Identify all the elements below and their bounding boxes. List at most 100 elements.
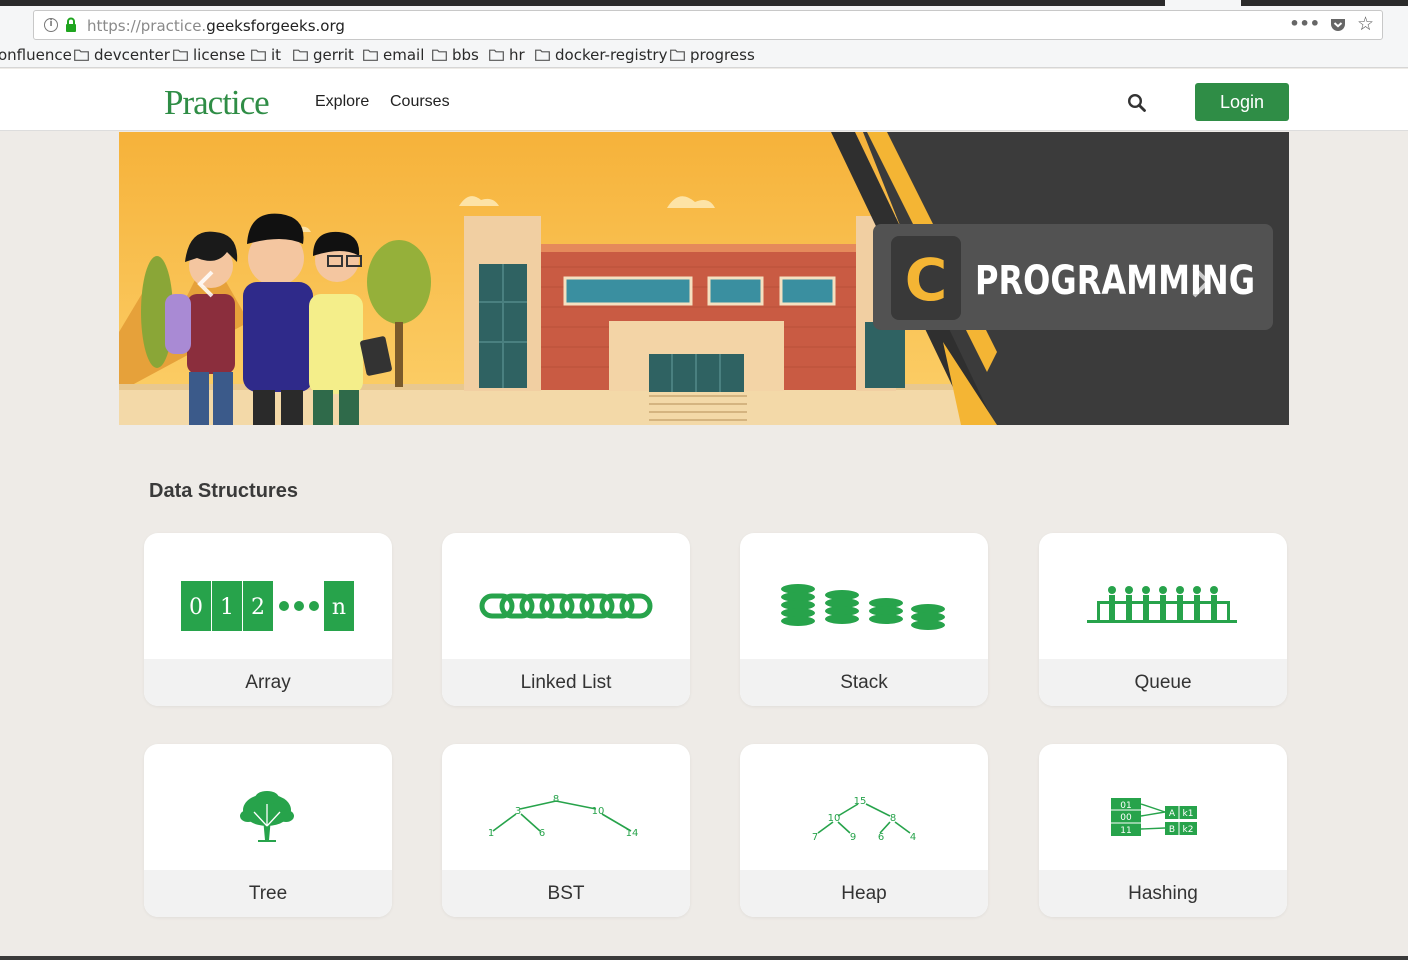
card-linked-list[interactable]: Linked List: [442, 533, 690, 706]
folder-icon: [293, 49, 308, 61]
card-label: Linked List: [442, 659, 690, 706]
bookmark-label: it: [271, 46, 282, 64]
folder-icon: [173, 49, 188, 61]
bookmark-label: docker-registry: [555, 46, 668, 64]
card-label: Tree: [144, 870, 392, 917]
hash-value: A: [1169, 809, 1176, 819]
card-label: BST: [442, 870, 690, 917]
bookmark-progress[interactable]: progress: [670, 46, 755, 64]
bookmark-devcenter[interactable]: devcenter: [74, 46, 170, 64]
hashing-icon: 01 00 11 A k1 B k2: [1111, 798, 1197, 836]
card-label: Array: [144, 659, 392, 706]
bookmark-confluence[interactable]: onfluence: [0, 46, 72, 64]
tree-icon: [240, 791, 294, 842]
stack-icon: [781, 584, 945, 630]
hash-key: 01: [1120, 801, 1131, 811]
bookmark-email[interactable]: email: [363, 46, 424, 64]
bookmark-it[interactable]: it: [251, 46, 281, 64]
hash-value: B: [1169, 825, 1175, 835]
info-icon[interactable]: i: [44, 18, 58, 32]
bottom-taskbar-edge: [0, 956, 1408, 960]
url-domain: geeksforgeeks.org: [206, 17, 345, 35]
queue-icon: [1087, 586, 1237, 623]
bst-node: 10: [592, 806, 605, 817]
banner-illustration: C PROGRAMMING: [119, 132, 1289, 425]
heap-node: 10: [828, 813, 841, 824]
bookmark-star-icon[interactable]: ☆: [1357, 13, 1374, 35]
folder-icon: [670, 49, 685, 61]
folder-icon: [363, 49, 378, 61]
hash-key: 11: [1120, 826, 1131, 836]
folder-icon: [535, 49, 550, 61]
hero-banner[interactable]: C PROGRAMMING: [119, 132, 1289, 425]
url-protocol: https://practice.: [87, 17, 207, 35]
heap-node: 6: [878, 832, 884, 843]
card-label: Hashing: [1039, 870, 1287, 917]
card-queue[interactable]: Queue: [1039, 533, 1287, 706]
bst-node: 8: [553, 794, 559, 805]
card-array[interactable]: 0 1 2 n Array: [144, 533, 392, 706]
banner-badge-letter: C: [905, 246, 948, 314]
banner-badge-text: PROGRAMMING: [975, 258, 1255, 304]
site-header: Practice Explore Courses Login: [0, 69, 1408, 131]
more-actions-icon[interactable]: •••: [1289, 14, 1320, 33]
lock-icon: [66, 17, 76, 32]
hash-value: k1: [1183, 809, 1194, 819]
card-hashing[interactable]: 01 00 11 A k1 B k2 Hashing: [1039, 744, 1287, 917]
card-label: Heap: [740, 870, 988, 917]
bst-node: 14: [626, 828, 639, 839]
bst-node: 1: [488, 828, 494, 839]
bookmark-label: progress: [690, 46, 755, 64]
array-glyph: 1: [220, 595, 234, 620]
bookmark-gerrit[interactable]: gerrit: [293, 46, 354, 64]
heap-icon: 15 10 8 7 9 6 4: [812, 796, 916, 843]
hash-value: k2: [1183, 825, 1194, 835]
linked-list-icon: [479, 593, 653, 619]
bookmark-label: onfluence: [0, 46, 72, 64]
bookmark-label: devcenter: [94, 46, 170, 64]
bookmark-label: gerrit: [313, 46, 354, 64]
heap-node: 9: [850, 832, 856, 843]
array-glyph: 2: [251, 595, 265, 620]
heap-node: 8: [890, 813, 896, 824]
bookmark-label: bbs: [452, 46, 479, 64]
array-icon: 0 1 2 n: [181, 581, 354, 631]
url-text[interactable]: https://practice.geeksforgeeks.org: [87, 17, 345, 35]
section-title: Data Structures: [149, 480, 298, 502]
card-stack[interactable]: Stack: [740, 533, 988, 706]
heap-node: 4: [910, 832, 916, 843]
card-heap[interactable]: 15 10 8 7 9 6 4 Heap: [740, 744, 988, 917]
nav-courses[interactable]: Courses: [390, 93, 450, 111]
bookmark-license[interactable]: license: [173, 46, 245, 64]
login-button[interactable]: Login: [1195, 83, 1289, 121]
folder-icon: [432, 49, 447, 61]
card-tree[interactable]: Tree: [144, 744, 392, 917]
card-bst[interactable]: 8 3 10 1 6 14 BST: [442, 744, 690, 917]
bookmark-docker-registry[interactable]: docker-registry: [535, 46, 667, 64]
nav-explore[interactable]: Explore: [315, 93, 369, 111]
url-bar[interactable]: i https://practice.geeksforgeeks.org •••…: [33, 10, 1383, 40]
heap-node: 7: [812, 832, 818, 843]
folder-icon: [74, 49, 89, 61]
card-label: Stack: [740, 659, 988, 706]
site-logo[interactable]: Practice: [164, 83, 270, 123]
folder-icon: [251, 49, 266, 61]
heap-node: 15: [854, 796, 867, 807]
bookmarks-toolbar: onfluence devcenter license it gerrit em…: [0, 44, 1408, 68]
bookmark-label: hr: [509, 46, 525, 64]
bookmark-hr[interactable]: hr: [489, 46, 525, 64]
array-glyph: n: [332, 595, 346, 620]
bst-icon: 8 3 10 1 6 14: [488, 794, 639, 839]
bookmark-label: license: [193, 46, 246, 64]
card-label: Queue: [1039, 659, 1287, 706]
search-icon[interactable]: [1127, 93, 1147, 113]
bookmark-label: email: [383, 46, 425, 64]
folder-icon: [489, 49, 504, 61]
bookmark-bbs[interactable]: bbs: [432, 46, 479, 64]
hash-key: 00: [1120, 813, 1132, 823]
pocket-icon[interactable]: [1330, 17, 1346, 33]
bst-node: 3: [515, 806, 521, 817]
url-bar-row: i https://practice.geeksforgeeks.org •••…: [0, 6, 1408, 44]
array-glyph: 0: [189, 595, 203, 620]
bst-node: 6: [539, 828, 545, 839]
